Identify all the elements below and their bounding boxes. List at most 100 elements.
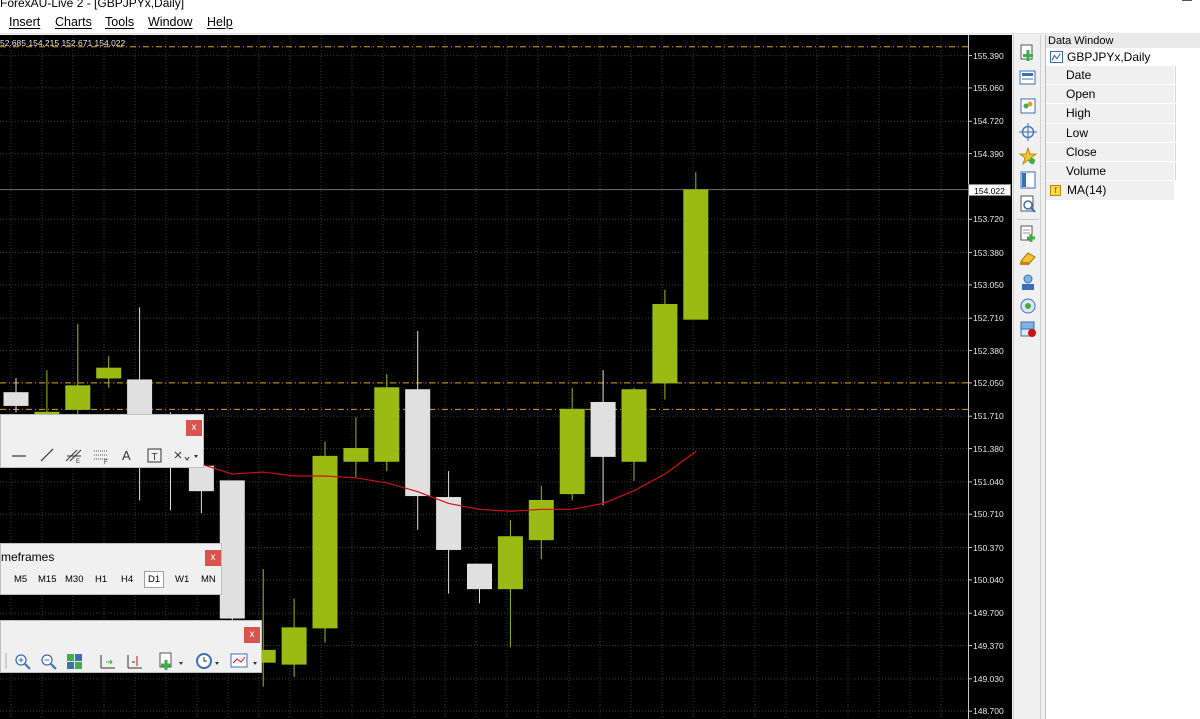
price-tick-label: 152.050 — [973, 377, 1004, 388]
candle-body — [219, 480, 245, 619]
chart-canvas[interactable] — [0, 35, 1012, 719]
trend-line-icon[interactable] — [39, 447, 55, 463]
templates-dropdown-icon[interactable] — [230, 652, 260, 672]
candle-body — [343, 448, 369, 462]
price-tick-label: 149.370 — [973, 640, 1004, 651]
arrows-dropdown-icon[interactable] — [173, 449, 199, 463]
timeframe-w1[interactable]: W1 — [175, 574, 189, 585]
strategy-tester-icon[interactable] — [1019, 195, 1037, 213]
price-tick-label: 155.060 — [973, 82, 1004, 93]
data-row-high: High — [1046, 104, 1200, 124]
data-row-value — [1175, 123, 1200, 142]
navigator-icon[interactable] — [1019, 147, 1037, 165]
svg-text:T: T — [152, 452, 158, 463]
timeframe-m15[interactable]: M15 — [38, 574, 56, 585]
fibonacci-icon[interactable]: F — [93, 448, 111, 464]
data-row-close: Close — [1046, 142, 1200, 162]
candle-body — [374, 387, 400, 462]
zoom-out-icon[interactable] — [40, 653, 58, 671]
data-window: Data Window GBPJPYx,Daily Date Open High… — [1045, 35, 1200, 719]
price-tick-label: 148.700 — [973, 706, 1004, 717]
price-tick-label: 155.390 — [973, 50, 1004, 61]
price-tick-label: 153.720 — [973, 214, 1004, 225]
market-watch-icon[interactable] — [1019, 97, 1037, 115]
price-tick-label: 149.030 — [973, 673, 1004, 684]
channel-icon[interactable]: E — [65, 447, 83, 463]
candle-body — [683, 189, 709, 320]
new-order-icon[interactable] — [1019, 225, 1037, 243]
candle-body — [188, 465, 214, 492]
data-row-volume: Volume — [1046, 161, 1200, 182]
svg-text:F: F — [104, 460, 108, 464]
indicators-dropdown-icon[interactable] — [159, 652, 187, 672]
menu-window[interactable]: Window — [148, 15, 192, 29]
data-row-label: Open — [1046, 85, 1174, 104]
close-standard-toolbar-button[interactable]: x — [244, 627, 260, 643]
vertical-toolbar-empty-area — [1013, 345, 1041, 719]
data-window-title: Data Window — [1046, 35, 1200, 48]
vps-icon[interactable] — [1019, 320, 1037, 338]
data-row-date: Date — [1046, 66, 1200, 86]
candle-body — [559, 408, 585, 495]
text-label-icon[interactable]: T — [147, 448, 163, 464]
timeframe-d1[interactable]: D1 — [144, 571, 165, 588]
price-chart[interactable]: 52.685 154.215 152.671 154.022 155.390 15… — [0, 35, 1012, 719]
text-tool-button[interactable]: A — [122, 448, 131, 463]
price-tick-label: 151.040 — [973, 476, 1004, 487]
minimize-icon[interactable] — [1182, 0, 1192, 1]
window-title-bar: ForexAU-Live 2 - [GBPJPYx,Daily] — [0, 0, 1200, 12]
data-row-value — [1175, 85, 1200, 104]
periodicity-dropdown-icon[interactable] — [195, 652, 223, 672]
data-row-label: Date — [1046, 66, 1174, 85]
line-studies-toolbar: x E F A T — [0, 414, 204, 468]
price-tick-label: 154.390 — [973, 148, 1004, 159]
terminal-icon[interactable] — [1019, 171, 1037, 189]
data-row-value — [1175, 161, 1200, 181]
new-chart-icon[interactable] — [1019, 44, 1037, 62]
crosshair-icon[interactable] — [1019, 123, 1037, 141]
candle-body — [528, 499, 554, 541]
zoom-in-icon[interactable] — [14, 653, 32, 671]
candle-body — [65, 385, 91, 410]
data-window-symbol[interactable]: GBPJPYx,Daily — [1046, 48, 1200, 66]
horizontal-line-icon[interactable] — [11, 449, 27, 461]
window-title: ForexAU-Live 2 - [GBPJPYx,Daily] — [0, 0, 185, 10]
timeframe-mn[interactable]: MN — [201, 574, 216, 585]
price-tick-label: 152.380 — [973, 345, 1004, 356]
timeframe-h4[interactable]: H4 — [121, 574, 133, 585]
timeframes-toolbar: meframes x M5 M15 M30 H1 H4 D1 W1 MN — [0, 543, 222, 595]
menu-tools[interactable]: Tools — [105, 15, 134, 29]
menu-help[interactable]: Help — [207, 15, 233, 29]
data-row-label: Close — [1046, 142, 1174, 161]
price-tick-label: 151.710 — [973, 411, 1004, 422]
data-row-label: High — [1046, 104, 1174, 123]
menu-insert[interactable]: Insert — [9, 15, 40, 29]
market-icon[interactable] — [1019, 297, 1037, 315]
menu-bar: Insert Charts Tools Window Help — [0, 12, 1200, 34]
data-row-label: Low — [1046, 123, 1174, 142]
price-tick-label: 154.720 — [973, 116, 1004, 127]
timeframe-h1[interactable]: H1 — [95, 574, 107, 585]
data-row-value — [1175, 104, 1200, 123]
close-timeframes-button[interactable]: x — [205, 550, 221, 566]
data-row-indicator[interactable]: f MA(14) — [1046, 181, 1174, 201]
profiles-icon[interactable] — [1019, 69, 1037, 87]
timeframe-m5[interactable]: M5 — [14, 574, 27, 585]
timeframes-title: meframes — [1, 550, 55, 564]
data-row-open: Open — [1046, 85, 1200, 105]
vertical-toolbar — [1013, 35, 1041, 345]
auto-scroll-icon[interactable] — [125, 653, 145, 671]
metaeditor-icon[interactable] — [1019, 249, 1037, 267]
signals-icon[interactable] — [1019, 273, 1037, 291]
candle-body — [312, 455, 338, 629]
standard-toolbar: x — [0, 620, 262, 673]
chart-shift-icon[interactable] — [98, 653, 118, 671]
close-line-studies-button[interactable]: x — [186, 420, 202, 436]
tile-windows-icon[interactable] — [66, 653, 84, 671]
price-tick-label: 151.380 — [973, 443, 1004, 454]
chart-line-icon — [1050, 51, 1063, 63]
candle-body — [652, 303, 678, 384]
menu-charts[interactable]: Charts — [55, 15, 92, 29]
timeframe-m30[interactable]: M30 — [65, 574, 83, 585]
indicator-icon: f — [1050, 185, 1061, 197]
